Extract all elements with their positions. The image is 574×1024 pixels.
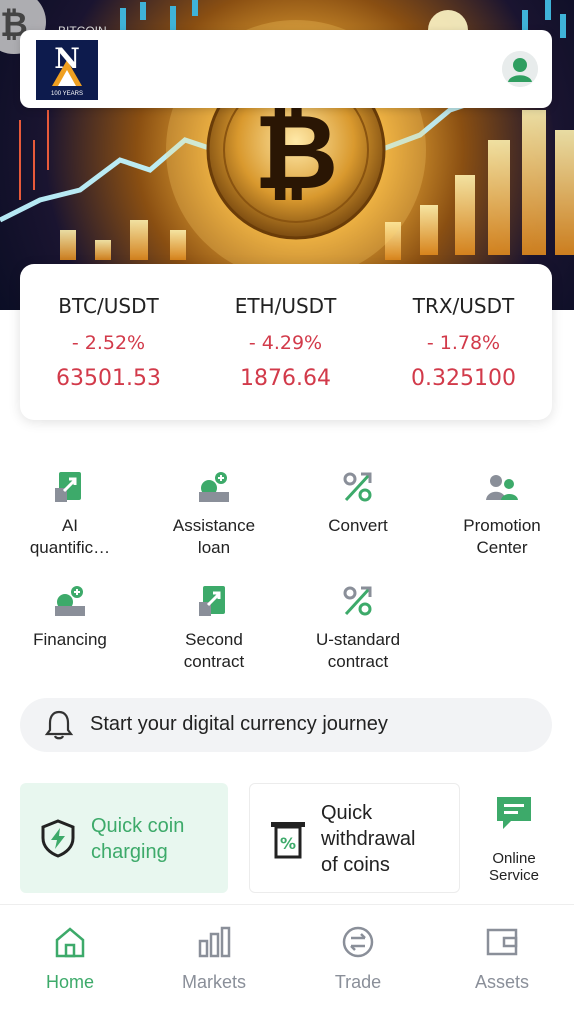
feature-label: Convert	[328, 516, 388, 535]
nav-markets[interactable]: Markets	[144, 925, 284, 993]
feature-label: Center	[476, 538, 528, 557]
nav-label: Assets	[474, 972, 530, 992]
withdraw-percent-icon: %	[271, 822, 305, 859]
feature-ai-quantification[interactable]: AI quantific…	[0, 470, 140, 559]
ticker-pair: TRX/USDT	[412, 294, 515, 318]
feature-convert[interactable]: Convert	[288, 470, 428, 537]
quick-withdraw-label: Quick	[321, 802, 373, 824]
bell-icon	[44, 710, 74, 740]
feature-label: Second	[185, 630, 243, 649]
ticker-price: 0.325100	[411, 366, 516, 391]
home-icon	[55, 927, 85, 958]
feature-label: Promotion	[463, 516, 541, 535]
chat-bubble-icon	[497, 797, 531, 829]
app-header: N 100 YEARS	[20, 30, 552, 108]
ticker-btc[interactable]: BTC/USDT - 2.52% 63501.53	[20, 294, 197, 391]
ticker-pair: BTC/USDT	[58, 294, 159, 318]
nav-trade[interactable]: Trade	[288, 925, 428, 993]
nav-label: Trade	[334, 972, 382, 992]
users-icon	[486, 475, 518, 500]
exchange-icon	[342, 926, 374, 958]
quick-withdraw-label: withdrawal	[321, 828, 416, 850]
notice-text: Start your digital currency journey	[90, 713, 388, 735]
svg-text:%: %	[280, 834, 296, 853]
ticker-price: 63501.53	[56, 366, 161, 391]
wallet-icon	[486, 928, 518, 956]
logo-subtext: 100 YEARS	[51, 91, 83, 97]
online-service-button[interactable]: Online Service	[478, 795, 550, 884]
feature-assistance-loan[interactable]: Assistance loan	[144, 470, 284, 559]
ticker-change: - 4.29%	[248, 332, 323, 354]
chart-doc-icon	[199, 586, 225, 616]
percent-arrow-icon	[343, 586, 372, 616]
logo-letter: N	[54, 42, 80, 75]
ticker-change: - 1.78%	[426, 332, 501, 354]
feature-label: U-standard	[315, 630, 401, 649]
nav-label: Home	[45, 972, 94, 992]
feature-financing[interactable]: Financing	[0, 584, 140, 651]
nav-home[interactable]: Home	[0, 925, 140, 993]
bottom-nav: Home Markets Trade Assets	[0, 904, 574, 1024]
feature-label: loan	[197, 538, 231, 557]
quick-charge-label: charging	[91, 841, 168, 863]
feature-label: quantific…	[29, 538, 111, 557]
online-service-label: Online	[492, 850, 536, 867]
bar-chart-icon	[198, 926, 231, 958]
feature-label: contract	[327, 652, 389, 671]
ticker-change: - 2.52%	[71, 332, 146, 354]
notice-bar[interactable]: Start your digital currency journey	[20, 698, 552, 752]
ticker-eth[interactable]: ETH/USDT - 4.29% 1876.64	[197, 294, 374, 391]
ticker-price: 1876.64	[240, 366, 331, 391]
user-avatar-icon	[502, 51, 538, 87]
user-avatar[interactable]	[502, 51, 538, 87]
market-ticker-card: BTC/USDT - 2.52% 63501.53 ETH/USDT - 4.2…	[20, 264, 552, 420]
quick-charge-label: Quick coin	[91, 815, 185, 837]
feature-second-contract[interactable]: Second contract	[144, 584, 284, 673]
feature-label: contract	[183, 652, 245, 671]
ticker-trx[interactable]: TRX/USDT - 1.78% 0.325100	[375, 294, 552, 391]
nav-assets[interactable]: Assets	[432, 925, 572, 993]
feature-label: Assistance	[172, 516, 256, 535]
feature-label: AI	[61, 516, 79, 535]
loan-icon	[199, 472, 229, 502]
financing-icon	[55, 586, 85, 616]
shield-bolt-icon	[41, 819, 75, 858]
feature-u-standard-contract[interactable]: U-standard contract	[288, 584, 428, 673]
percent-arrow-icon	[343, 472, 372, 502]
ticker-pair: ETH/USDT	[234, 294, 337, 318]
quick-withdraw-label: of coins	[321, 854, 390, 876]
chart-doc-icon	[55, 472, 81, 502]
nav-label: Markets	[181, 972, 246, 992]
online-service-label: Service	[488, 867, 540, 884]
feature-promotion-center[interactable]: Promotion Center	[432, 470, 572, 559]
quick-coin-charging-button[interactable]: Quick coin charging	[20, 783, 228, 893]
svg-text:₿: ₿	[254, 91, 339, 213]
quick-withdrawal-button[interactable]: % Quick withdrawal of coins	[249, 783, 460, 893]
feature-label: Financing	[33, 630, 107, 649]
brand-logo[interactable]: N 100 YEARS	[36, 40, 98, 100]
